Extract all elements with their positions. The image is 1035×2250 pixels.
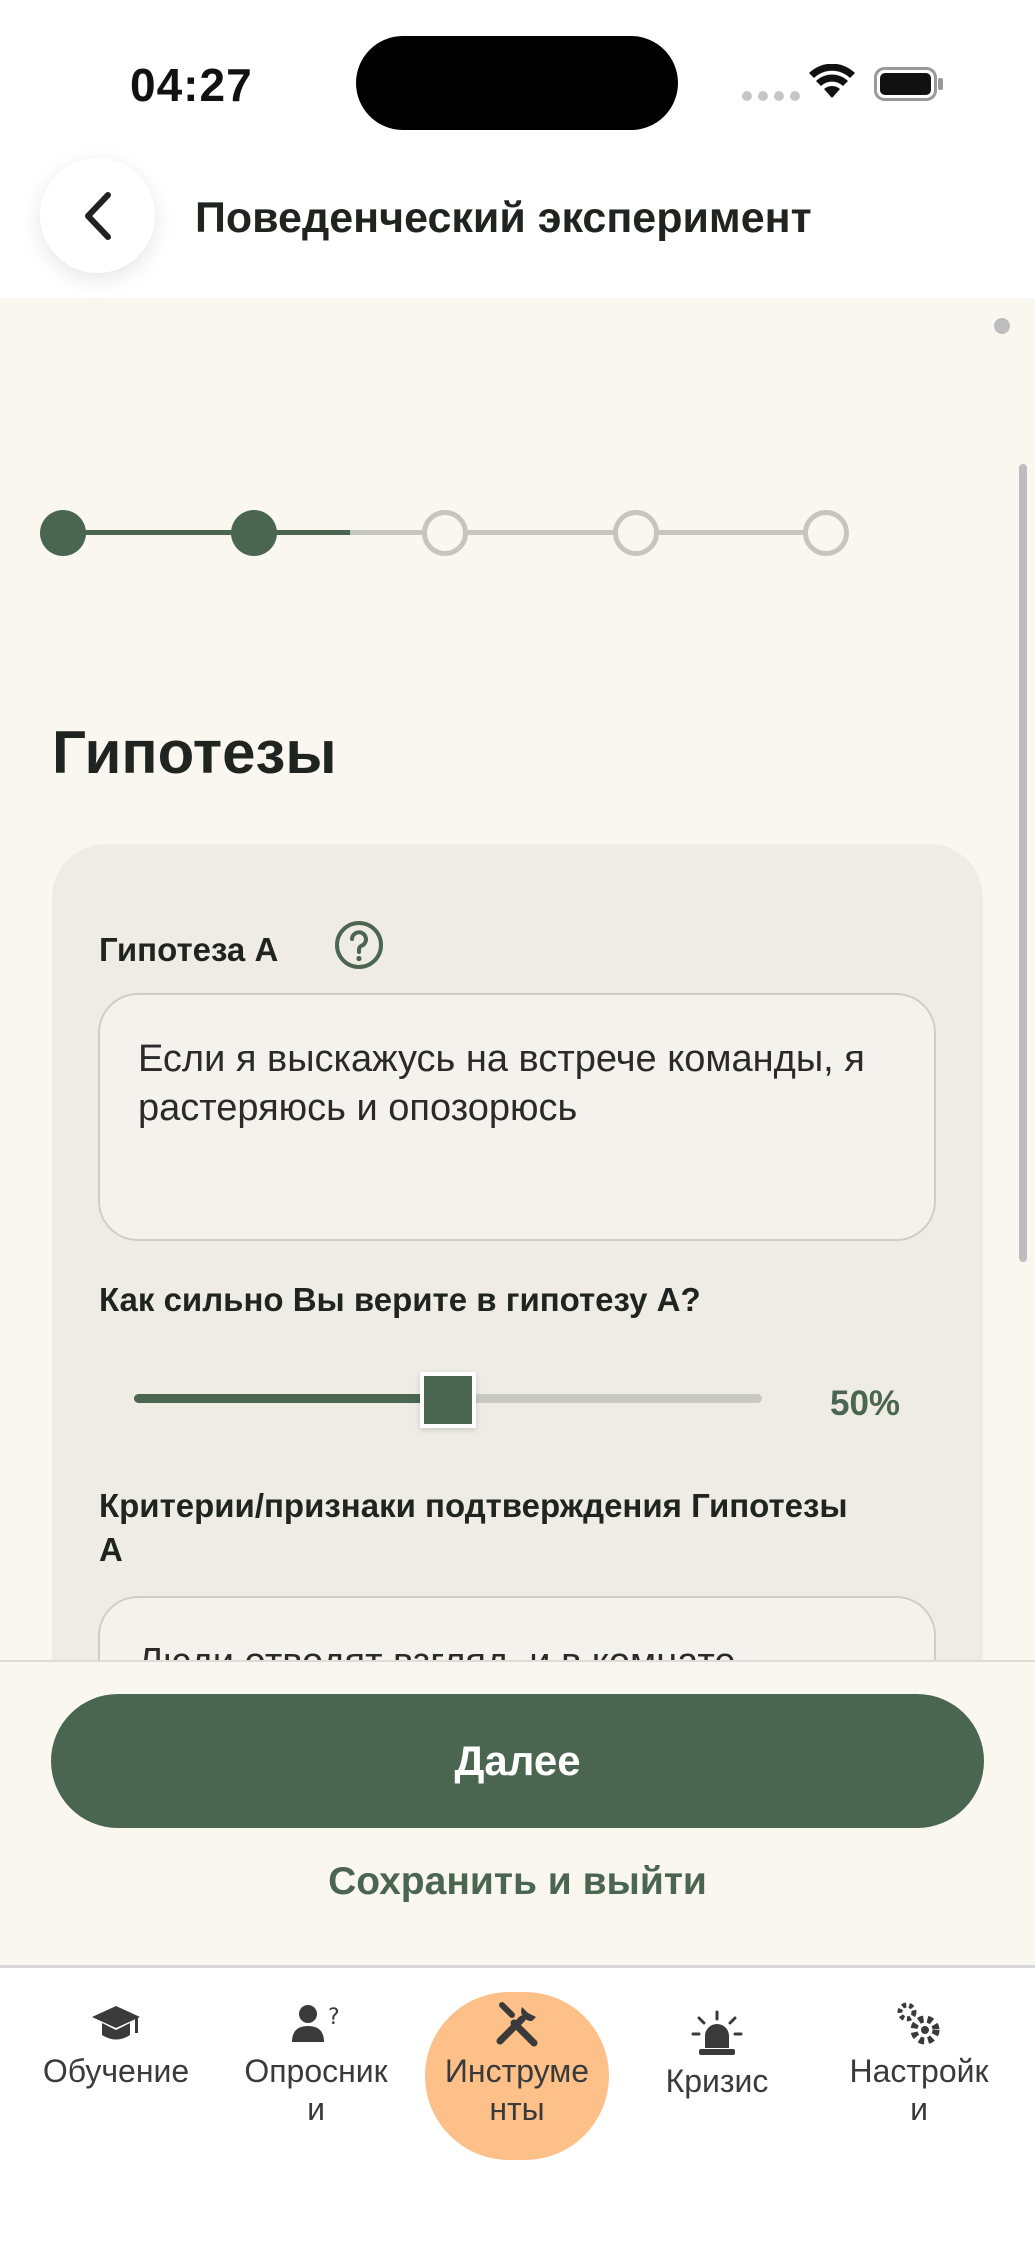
hypothesis-a-field[interactable]: Если я выскажусь на встрече команды, я р… xyxy=(98,993,936,1241)
tab-learning[interactable]: Обучение xyxy=(26,1996,206,2176)
alarm-siren-icon xyxy=(689,2006,745,2062)
step-4-node xyxy=(613,510,659,556)
dynamic-island xyxy=(356,36,678,130)
battery-icon xyxy=(874,67,943,101)
tab-bar: Обучение ? Опросники Инструменты Кризис … xyxy=(0,1965,1035,2250)
belief-question-label: Как сильно Вы верите в гипотезу А? xyxy=(99,1281,701,1318)
tab-tools[interactable]: Инструменты xyxy=(425,1992,609,2176)
scroll-content[interactable]: Гипотезы Гипотеза А Если я выскажусь на … xyxy=(0,298,1035,1660)
next-button[interactable]: Далее xyxy=(51,1694,984,1828)
slider-thumb[interactable] xyxy=(420,1372,476,1428)
graduation-cap-icon xyxy=(88,1996,144,2052)
page-title: Поведенческий эксперимент xyxy=(195,194,812,242)
section-title: Гипотезы xyxy=(52,719,337,786)
user-question-icon: ? xyxy=(288,1996,344,2052)
step-5-node xyxy=(803,510,849,556)
page-indicator-dot xyxy=(994,318,1010,334)
progress-stepper xyxy=(40,508,860,558)
hypothesis-a-card: Гипотеза А Если я выскажусь на встрече к… xyxy=(52,844,983,1660)
svg-text:?: ? xyxy=(328,2005,340,2030)
header: Поведенческий эксперимент xyxy=(0,150,1035,298)
tab-tools-label: Инструменты xyxy=(444,2053,590,2127)
tab-learning-label: Обучение xyxy=(42,2053,190,2089)
tab-questionnaires-label: Опросники xyxy=(244,2053,388,2127)
criteria-label: Критерии/признаки подтверждения Гипотезы… xyxy=(99,1487,848,1568)
step-1-node xyxy=(40,510,86,556)
status-time: 04:27 xyxy=(130,59,253,111)
tab-settings[interactable]: Настройки xyxy=(829,1996,1009,2176)
step-line xyxy=(63,530,255,535)
slider-fill xyxy=(134,1394,448,1403)
hypothesis-a-label: Гипотеза А xyxy=(99,931,279,968)
step-2-node xyxy=(231,510,277,556)
chevron-left-icon xyxy=(84,191,111,240)
cellular-signal-icon xyxy=(742,91,800,101)
status-bar: 04:27 xyxy=(0,0,1035,150)
criteria-field[interactable]: Люди отводят взгляд, и в комнате xyxy=(98,1596,936,1660)
tab-questionnaires[interactable]: ? Опросники xyxy=(226,1996,406,2176)
scrollbar[interactable] xyxy=(1019,464,1027,1262)
gears-icon xyxy=(891,1996,947,2052)
belief-value: 50% xyxy=(830,1384,901,1423)
belief-slider[interactable] xyxy=(134,1372,762,1428)
tab-settings-label: Настройки xyxy=(849,2053,989,2127)
back-button[interactable] xyxy=(40,158,155,273)
help-icon[interactable] xyxy=(333,919,385,971)
tab-crisis-label: Кризис xyxy=(665,2063,769,2099)
step-3-node xyxy=(422,510,468,556)
save-and-exit-button[interactable]: Сохранить и выйти xyxy=(0,1860,1035,1904)
action-area: Далее Сохранить и выйти xyxy=(0,1660,1035,1965)
tab-crisis[interactable]: Кризис xyxy=(627,1996,807,2176)
wifi-icon xyxy=(809,64,855,98)
tools-icon xyxy=(489,1996,545,2052)
